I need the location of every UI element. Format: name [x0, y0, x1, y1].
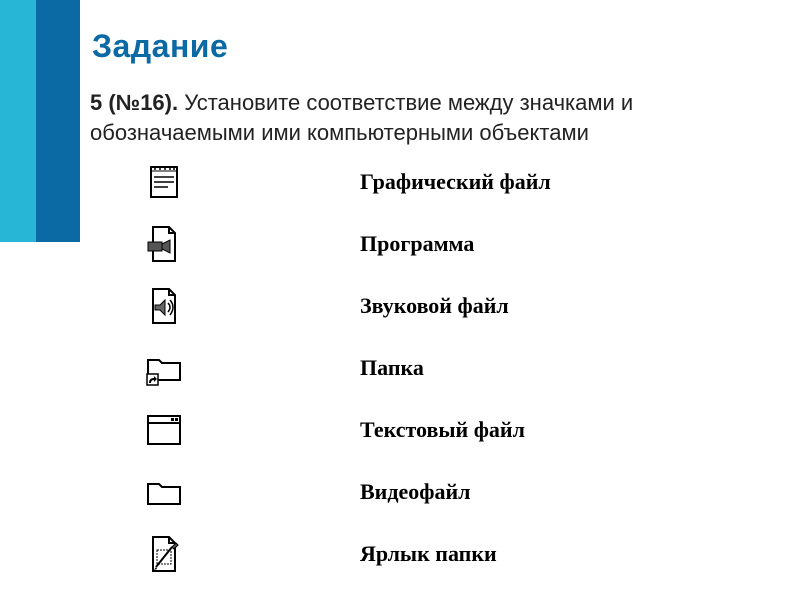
slide-accent-bars — [0, 0, 36, 242]
window-icon — [140, 408, 188, 452]
task-heading: Задание — [92, 28, 228, 65]
accent-bar-dark — [36, 0, 80, 242]
label-item: Звуковой файл — [360, 284, 551, 328]
label-item: Программа — [360, 222, 551, 266]
labels-column: Графический файл Программа Звуковой файл… — [360, 160, 551, 576]
folder-icon — [140, 470, 188, 514]
label-item: Ярлык папки — [360, 532, 551, 576]
accent-bar-light — [0, 0, 36, 242]
label-item: Папка — [360, 346, 551, 390]
label-item: Текстовый файл — [360, 408, 551, 452]
icons-column — [140, 160, 188, 576]
label-item: Графический файл — [360, 160, 551, 204]
notepad-icon — [140, 160, 188, 204]
folder-shortcut-icon — [140, 346, 188, 390]
label-item: Видеофайл — [360, 470, 551, 514]
image-file-icon — [140, 532, 188, 576]
task-number: 5 (№16). — [90, 90, 178, 115]
video-file-icon — [140, 222, 188, 266]
sound-file-icon — [140, 284, 188, 328]
task-prompt: 5 (№16). Установите соответствие между з… — [90, 88, 750, 147]
